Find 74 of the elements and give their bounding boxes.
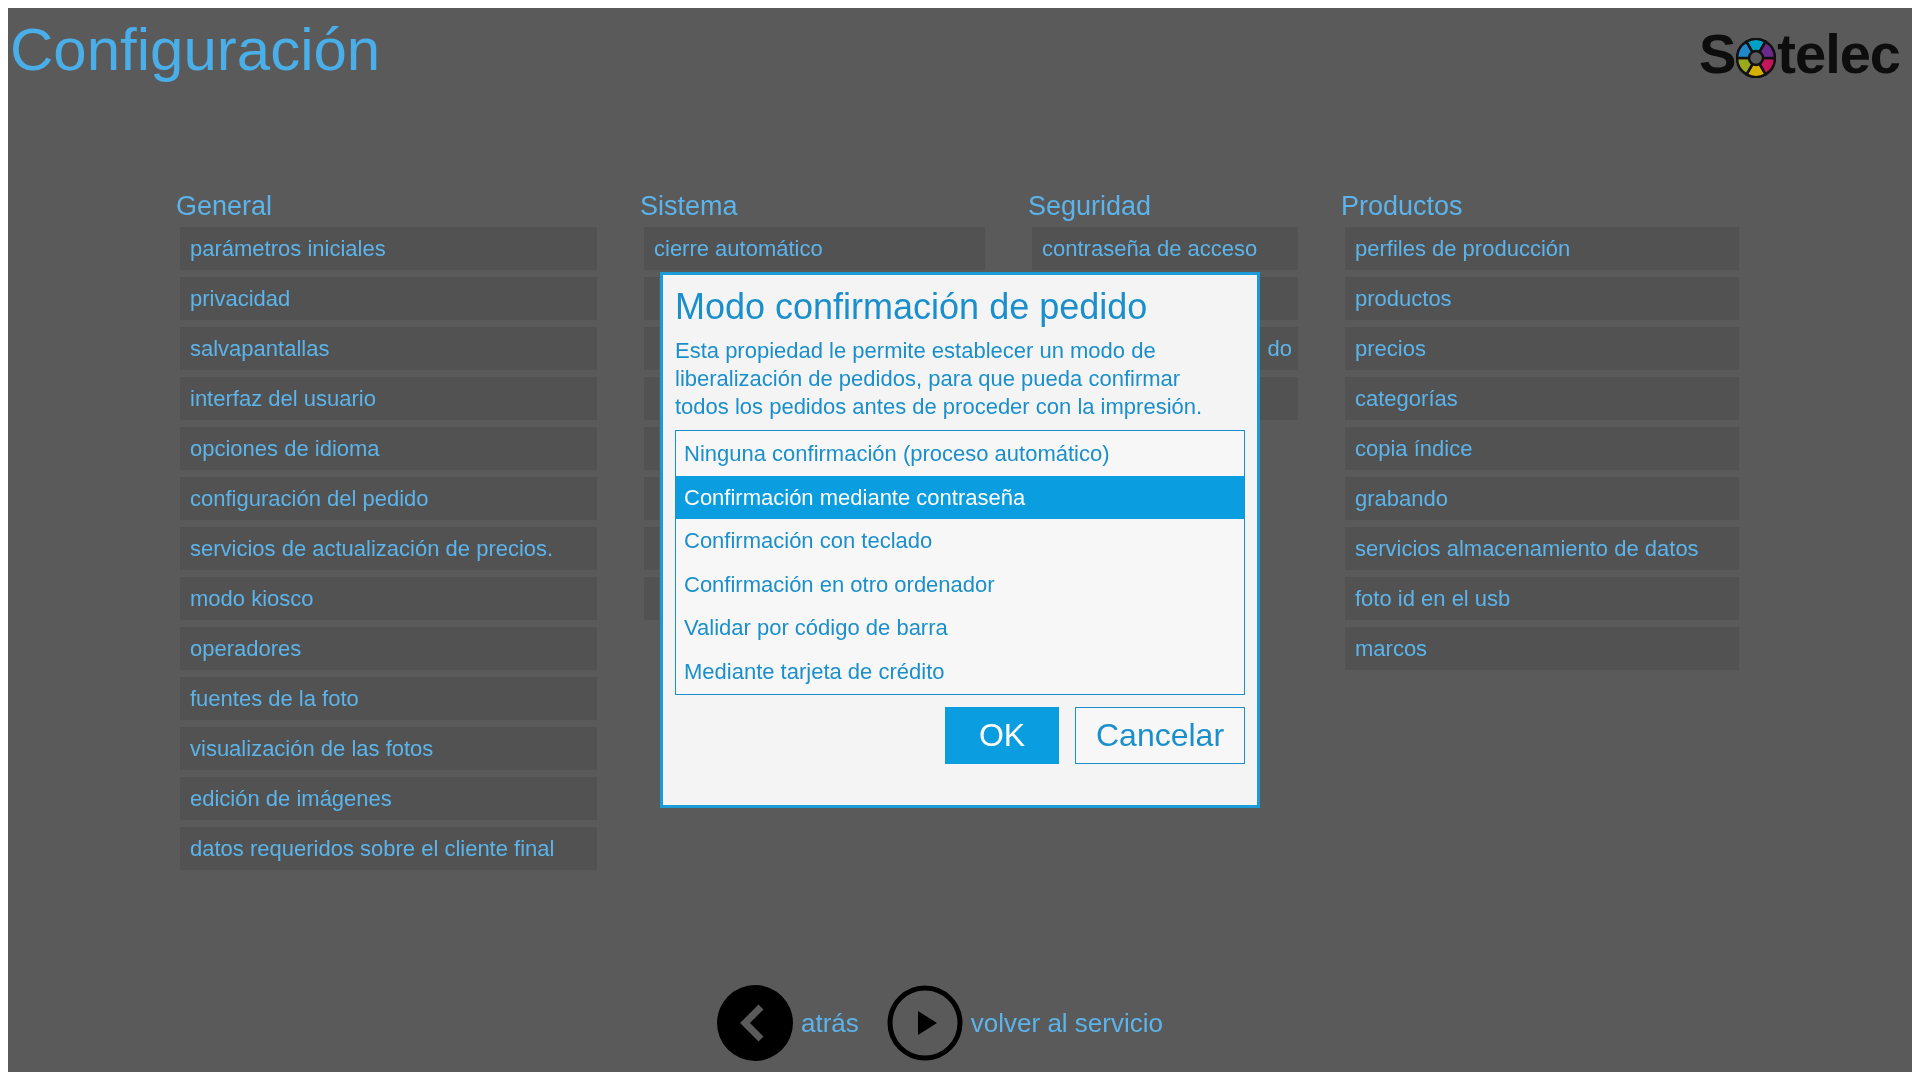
aperture-icon [1736, 38, 1777, 78]
menu-item[interactable]: modo kiosco [180, 577, 597, 620]
menu-item-label: interfaz del usuario [190, 385, 376, 412]
menu-item[interactable]: privacidad [180, 277, 597, 320]
ok-button[interactable]: OK [945, 707, 1059, 764]
menu-item-label: do [1267, 335, 1292, 362]
menu-item[interactable]: fuentes de la foto [180, 677, 597, 720]
menu-item[interactable]: operadores [180, 627, 597, 670]
menu-item[interactable]: productos [1345, 277, 1739, 320]
menu-item-label: cierre automático [654, 235, 823, 262]
list-option[interactable]: Validar por código de barra [676, 606, 1244, 650]
section-heading: General [176, 190, 274, 222]
menu-item-label: edición de imágenes [190, 785, 392, 812]
menu-item[interactable]: precios [1345, 327, 1739, 370]
menu-item-label: precios [1355, 335, 1426, 362]
menu-item[interactable]: parámetros iniciales [180, 227, 597, 270]
list-option[interactable]: Confirmación con teclado [676, 519, 1244, 563]
nav-link[interactable]: atrás [801, 1007, 859, 1039]
menu-item-label: marcos [1355, 635, 1428, 662]
menu-item-label: modo kiosco [190, 585, 314, 612]
menu-item-label: parámetros iniciales [190, 235, 386, 262]
menu-item[interactable] [1258, 277, 1298, 320]
back-icon[interactable] [717, 985, 793, 1061]
menu-item[interactable]: perfiles de producción [1345, 227, 1739, 270]
menu-item-label: contraseña de acceso [1042, 235, 1258, 262]
menu-item-label: salvapantallas [190, 335, 330, 362]
logo-text: S [1699, 24, 1736, 84]
menu-item-label: perfiles de producción [1355, 235, 1571, 262]
menu-item[interactable]: servicios de actualización de precios. [180, 527, 597, 570]
menu-item-label: foto id en el usb [1355, 585, 1511, 612]
menu-item[interactable]: interfaz del usuario [180, 377, 597, 420]
menu-item-label: opciones de idioma [190, 435, 380, 462]
menu-item[interactable]: do [1258, 327, 1298, 370]
menu-item-label: productos [1355, 285, 1452, 312]
menu-item-label: visualización de las fotos [190, 735, 434, 762]
menu-item[interactable]: edición de imágenes [180, 777, 597, 820]
section-heading: Sistema [640, 190, 739, 222]
list-option[interactable]: Mediante tarjeta de crédito [676, 649, 1244, 693]
menu-item[interactable]: marcos [1345, 627, 1739, 670]
dialog-description: Esta propiedad le permite establecer un modo de liberalización de pedidos, para que pueda confirmar todos los pedidos antes de proceder con la impresión. [675, 337, 1204, 421]
menu-item[interactable] [1258, 377, 1298, 420]
nav-link[interactable]: volver al servicio [970, 1007, 1163, 1039]
menu-item-label: privacidad [190, 285, 291, 312]
menu-item-label: operadores [190, 635, 302, 662]
list-option[interactable]: Confirmación mediante contraseña [676, 475, 1244, 519]
menu-item[interactable]: opciones de idioma [180, 427, 597, 470]
menu-item[interactable]: contraseña de acceso [1032, 227, 1298, 270]
menu-item-label: categorías [1355, 385, 1458, 412]
menu-item[interactable]: foto id en el usb [1345, 577, 1739, 620]
dialog-title: Modo confirmación de pedido [675, 285, 1149, 329]
list-option[interactable]: Confirmación en otro ordenador [676, 562, 1244, 606]
menu-item[interactable]: servicios almacenamiento de datos [1345, 527, 1739, 570]
menu-item[interactable]: visualización de las fotos [180, 727, 597, 770]
menu-item[interactable]: cierre automático [644, 227, 985, 270]
section-heading: Productos [1341, 190, 1464, 222]
menu-item[interactable]: grabando [1345, 477, 1739, 520]
menu-item-label: copia índice [1355, 435, 1473, 462]
menu-item[interactable]: datos requeridos sobre el cliente final [180, 827, 597, 870]
page-title: Configuración [9, 15, 381, 85]
menu-item-label: configuración del pedido [190, 485, 429, 512]
cancel-button[interactable]: Cancelar [1075, 707, 1245, 764]
menu-item[interactable]: copia índice [1345, 427, 1739, 470]
menu-item[interactable]: categorías [1345, 377, 1739, 420]
menu-item-label: fuentes de la foto [190, 685, 359, 712]
menu-item-label: servicios de actualización de precios. [190, 535, 554, 562]
play-icon[interactable] [886, 985, 963, 1061]
logo-text: telec [1777, 24, 1900, 84]
menu-item[interactable]: configuración del pedido [180, 477, 597, 520]
menu-item-label: servicios almacenamiento de datos [1355, 535, 1699, 562]
section-heading: Seguridad [1028, 190, 1153, 222]
menu-item[interactable]: salvapantallas [180, 327, 597, 370]
menu-item-label: datos requeridos sobre el cliente final [190, 835, 555, 862]
menu-item-label: grabando [1355, 485, 1448, 512]
list-option[interactable]: Ninguna confirmación (proceso automático) [676, 432, 1244, 476]
